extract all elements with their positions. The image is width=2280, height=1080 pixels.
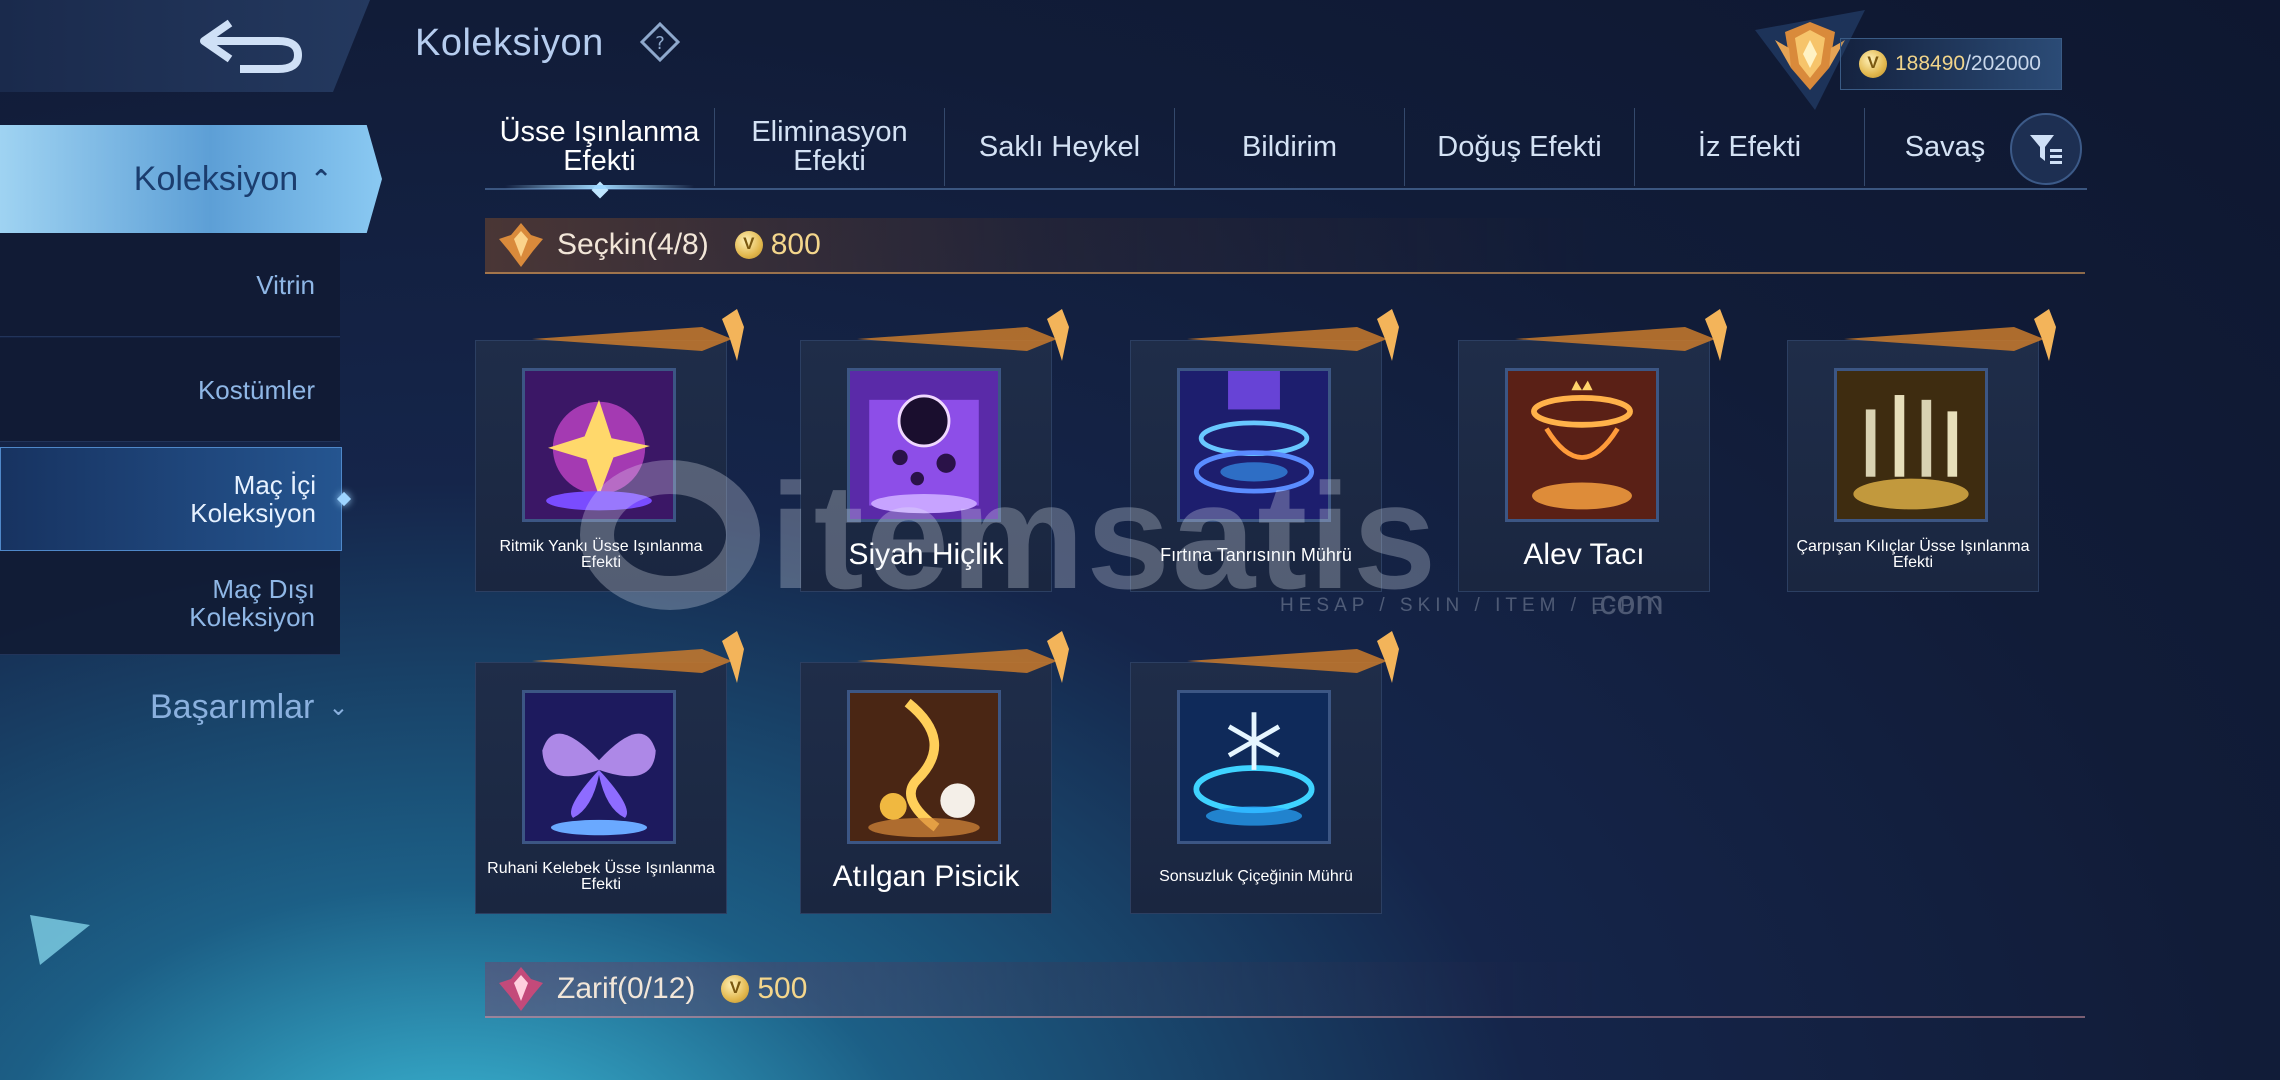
currency-max: /202000: [1965, 52, 2041, 75]
item-card[interactable]: Alev Tacı: [1458, 309, 1727, 592]
back-arrow-icon: [200, 19, 303, 73]
tab-iz-efekti[interactable]: İz Efekti: [1635, 108, 1865, 186]
item-card[interactable]: Çarpışan Kılıçlar Üsse Işınlanma Efekti: [1787, 309, 2056, 592]
currency-current: 188490: [1895, 52, 1966, 75]
item-thumbnail: [1505, 368, 1659, 522]
item-name: Ruhani Kelebek Üsse Işınlanma Efekti: [487, 860, 715, 893]
tab-usse-isinlanma-efekti[interactable]: Üsse Işınlanma Efekti: [485, 108, 715, 189]
owned-ribbon-icon: [1187, 631, 1399, 683]
sidebar-item-label: Kostümler: [197, 374, 315, 405]
chevron-up-icon: ⌃: [310, 163, 332, 194]
sidebar-group-koleksiyon[interactable]: Koleksiyon ⌃: [0, 125, 382, 233]
page-title: Koleksiyon: [415, 22, 604, 64]
section-title: Zarif(0/12): [557, 972, 696, 1005]
section-price: 800: [734, 228, 821, 262]
item-name: Siyah Hiçlik: [848, 538, 1004, 571]
item-name: Fırtına Tanrısının Mührü: [1160, 545, 1352, 565]
tab-dogus-efekti[interactable]: Doğuş Efekti: [1405, 108, 1635, 186]
item-name: Alev Tacı: [1523, 538, 1645, 571]
watermark-tagline: HESAP / SKIN / ITEM / E-PIN: [1280, 595, 1667, 616]
item-card[interactable]: Siyah Hiçlik: [800, 309, 1069, 592]
item-name: Çarpışan Kılıçlar Üsse Işınlanma Efekti: [1796, 538, 2030, 571]
owned-ribbon-icon: [1187, 309, 1399, 361]
item-name: Ritmik Yankı Üsse Işınlanma Efekti: [499, 538, 703, 571]
item-name: Sonsuzluk Çiçeğinin Mührü: [1159, 868, 1353, 885]
coin-icon: [721, 975, 750, 1003]
svg-text:?: ?: [655, 33, 665, 54]
owned-ribbon-icon: [532, 631, 744, 683]
owned-ribbon-icon: [532, 309, 744, 361]
sidebar-item-mac-ici-koleksiyon[interactable]: Maç İçi Koleksiyon: [0, 447, 342, 551]
sidebar-item-label: Maç İçi Koleksiyon: [190, 470, 316, 528]
tab-eliminasyon-efekti[interactable]: Eliminasyon Efekti: [715, 108, 945, 186]
item-card[interactable]: Ritmik Yankı Üsse Işınlanma Efekti: [475, 309, 744, 592]
pink-tier-emblem-icon: [499, 967, 543, 1011]
back-button[interactable]: [0, 0, 370, 92]
owned-ribbon-icon: [857, 309, 1069, 361]
tab-savas[interactable]: Savaş: [1865, 108, 2025, 186]
item-thumbnail: [1834, 368, 1988, 522]
item-name: Atılgan Pisicik: [832, 860, 1020, 893]
section-header-seckin: Seçkin(4/8) 800: [485, 218, 2085, 274]
owned-ribbon-icon: [1844, 309, 2056, 361]
category-tabs: Üsse Işınlanma Efekti Eliminasyon Efekti S…: [485, 108, 2087, 190]
item-thumbnail: [1177, 368, 1331, 522]
sidebar-item-label: Vitrin: [256, 269, 315, 300]
item-card[interactable]: Ruhani Kelebek Üsse Işınlanma Efekti: [475, 631, 744, 914]
item-thumbnail: [522, 368, 676, 522]
section-price: 500: [721, 972, 807, 1006]
item-card[interactable]: Fırtına Tanrısının Mührü: [1130, 309, 1399, 592]
section-header-zarif: Zarif(0/12) 500: [485, 962, 2085, 1018]
sidebar-group-label: Başarımlar: [150, 688, 315, 726]
filter-button[interactable]: [2010, 113, 2082, 185]
currency-display: 188490/202000: [1840, 38, 2062, 90]
item-thumbnail: [847, 368, 1001, 522]
tab-bildirim[interactable]: Bildirim: [1175, 108, 1405, 186]
coin-icon: [734, 231, 763, 259]
gold-tier-emblem-icon: [499, 223, 543, 267]
sidebar-item-vitrin[interactable]: Vitrin: [0, 233, 340, 337]
item-card[interactable]: Sonsuzluk Çiçeğinin Mührü: [1130, 631, 1399, 914]
owned-ribbon-icon: [1515, 309, 1727, 361]
section-title: Seçkin(4/8): [557, 228, 709, 261]
owned-ribbon-icon: [857, 631, 1069, 683]
item-thumbnail: [522, 690, 676, 844]
tab-sakli-heykel[interactable]: Saklı Heykel: [945, 108, 1175, 186]
item-thumbnail: [847, 690, 1001, 844]
coin-icon: [1859, 50, 1887, 78]
sidebar-item-kostumler[interactable]: Kostümler: [0, 338, 340, 442]
item-card[interactable]: Atılgan Pisicik: [800, 631, 1069, 914]
item-thumbnail: [1177, 690, 1331, 844]
sidebar-group-basarimlar[interactable]: Başarımlar ⌄: [150, 688, 348, 727]
sidebar-item-label: Maç Dışı Koleksiyon: [189, 573, 315, 632]
question-diamond-icon[interactable]: ?: [640, 22, 680, 62]
chevron-down-icon: ⌄: [328, 694, 349, 721]
decorative-shard-icon: [30, 915, 90, 965]
sidebar-item-mac-disi-koleksiyon[interactable]: Maç Dışı Koleksiyon: [0, 551, 340, 655]
filter-icon: [2030, 135, 2062, 164]
sidebar-group-label: Koleksiyon: [133, 159, 299, 198]
